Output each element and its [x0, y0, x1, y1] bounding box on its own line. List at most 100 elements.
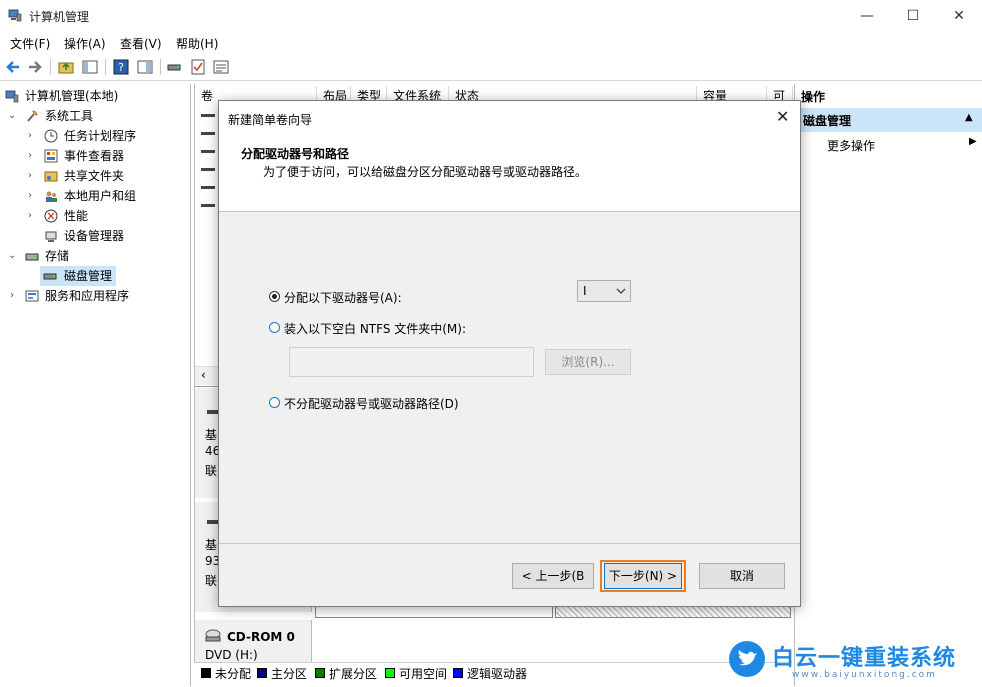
tree-item-device-manager[interactable]: 设备管理器	[0, 226, 190, 246]
maximize-button[interactable]: ☐	[890, 0, 936, 31]
tools-icon	[27, 110, 38, 122]
cancel-button[interactable]: 取消	[699, 563, 785, 589]
next-button[interactable]: 下一步(N) >	[604, 563, 682, 589]
radio-no-drive-letter[interactable]	[269, 397, 280, 408]
browse-button[interactable]: 浏览(R)...	[545, 349, 631, 375]
tree-label: 存储	[45, 249, 70, 263]
tree-label: 本地用户和组	[64, 189, 137, 203]
chevron-right-icon[interactable]: ›	[28, 166, 32, 186]
tree-item-storage[interactable]: ⌄ 存储	[0, 246, 190, 266]
legend-swatch-free	[385, 668, 395, 678]
disk-2-status: 联	[205, 574, 218, 588]
event-viewer-icon	[44, 149, 58, 163]
chevron-right-icon[interactable]: ›	[28, 206, 32, 226]
disk-1-status: 联	[205, 464, 218, 478]
chevron-down-icon[interactable]: ⌄	[8, 106, 16, 126]
watermark-brand: 白云一键重装系统	[772, 646, 957, 671]
tree-item-event-viewer[interactable]: › 事件查看器	[0, 146, 190, 166]
tree-item-local-users[interactable]: › 本地用户和组	[0, 186, 190, 206]
volume-row-icon	[201, 150, 215, 153]
close-icon: ✕	[953, 7, 965, 24]
settings-list-icon[interactable]	[212, 58, 230, 76]
minimize-button[interactable]: —	[844, 0, 890, 31]
users-icon	[46, 191, 57, 202]
forward-arrow-icon[interactable]	[26, 58, 44, 76]
up-folder-icon[interactable]	[57, 58, 75, 76]
close-icon: ✕	[776, 107, 790, 126]
more-actions-item[interactable]: 更多操作 ▶	[795, 134, 982, 154]
menu-help[interactable]: 帮助(H)	[176, 35, 218, 52]
chevron-left-icon: ‹	[201, 368, 206, 382]
volume-row-icon	[201, 204, 215, 207]
connect-disk-icon[interactable]	[166, 58, 184, 76]
wizard-description: 为了便于访问，可以给磁盘分区分配驱动器号或驱动器路径。	[263, 165, 588, 179]
radio-assign-drive-letter[interactable]	[269, 291, 280, 302]
tree-label: 计算机管理(本地)	[25, 89, 119, 103]
collapse-up-icon[interactable]: ▲	[965, 112, 973, 123]
cdrom-title: CD-ROM 0	[227, 630, 295, 644]
option-none-label[interactable]: 不分配驱动器号或驱动器路径(D)	[284, 395, 459, 412]
chevron-right-icon[interactable]: ›	[28, 186, 32, 206]
cdrom-drive: DVD (H:)	[205, 648, 258, 662]
option-mount-label[interactable]: 装入以下空白 NTFS 文件夹中(M):	[284, 320, 466, 337]
actions-section-disk-management[interactable]: 磁盘管理 ▲	[795, 108, 982, 132]
folder-path-input[interactable]	[289, 347, 534, 377]
tree-item-root[interactable]: 计算机管理(本地)	[0, 86, 190, 106]
tree-item-system-tools[interactable]: ⌄ 系统工具	[0, 106, 190, 126]
toolbar: ?	[0, 54, 982, 81]
volume-row-icon	[201, 114, 215, 117]
dialog-close-button[interactable]: ✕	[776, 107, 789, 126]
legend-swatch-primary	[257, 668, 267, 678]
checklist-icon[interactable]	[189, 58, 207, 76]
storage-icon	[25, 253, 39, 261]
tree-label: 设备管理器	[64, 229, 125, 243]
menu-action[interactable]: 操作(A)	[64, 35, 106, 52]
legend-swatch-unallocated	[201, 668, 211, 678]
tree-item-services-apps[interactable]: › 服务和应用程序	[0, 286, 190, 306]
back-button[interactable]: < 上一步(B	[512, 563, 594, 589]
tree-item-disk-management[interactable]: 磁盘管理	[40, 266, 116, 286]
legend-label-unallocated: 未分配	[215, 667, 252, 681]
wizard-header: 新建简单卷向导 ✕ 分配驱动器号和路径 为了便于访问，可以给磁盘分区分配驱动器号…	[219, 101, 800, 212]
dialog-title: 新建简单卷向导	[228, 113, 313, 127]
window-title: 计算机管理	[29, 10, 90, 24]
legend-label-primary: 主分区	[271, 667, 308, 681]
wizard-heading: 分配驱动器号和路径	[241, 147, 350, 161]
chevron-right-icon[interactable]: ›	[10, 286, 14, 306]
menu-view[interactable]: 查看(V)	[120, 35, 162, 52]
navigation-tree: 计算机管理(本地) ⌄ 系统工具 › 任务计划程序 › 事件查看器 › 共享文件…	[0, 84, 191, 686]
chevron-right-icon[interactable]: ›	[28, 126, 32, 146]
legend-label-extended: 扩展分区	[329, 667, 378, 681]
radio-mount-ntfs-folder[interactable]	[269, 322, 280, 333]
disk-1-type: 基	[205, 428, 218, 442]
scroll-left-button[interactable]: ‹	[195, 366, 219, 385]
tree-item-shared-folders[interactable]: › 共享文件夹	[0, 166, 190, 186]
menu-file[interactable]: 文件(F)	[10, 35, 50, 52]
volume-row-icon	[201, 168, 215, 171]
close-window-button[interactable]: ✕	[936, 0, 982, 31]
minimize-icon: —	[860, 7, 874, 24]
help-icon[interactable]: ?	[112, 58, 130, 76]
watermark: 白云一键重装系统 www.baiyunxitong.com	[722, 636, 980, 686]
maximize-icon: ☐	[906, 7, 920, 24]
tree-label: 事件查看器	[64, 149, 125, 163]
drive-letter-value: I	[583, 284, 587, 298]
tree-item-task-scheduler[interactable]: › 任务计划程序	[0, 126, 190, 146]
back-arrow-icon[interactable]	[4, 58, 22, 76]
actions-header: 操作	[801, 90, 826, 104]
chevron-down-icon[interactable]: ⌄	[8, 246, 16, 266]
chevron-right-icon[interactable]: ›	[28, 146, 32, 166]
legend-swatch-logical	[453, 668, 463, 678]
tree-item-performance[interactable]: › 性能	[0, 206, 190, 226]
device-manager-icon	[45, 231, 57, 242]
clock-icon	[44, 129, 58, 143]
show-hide-tree-icon[interactable]	[81, 58, 99, 76]
option-assign-label[interactable]: 分配以下驱动器号(A):	[284, 289, 402, 306]
properties-pane-icon[interactable]	[136, 58, 154, 76]
services-icon	[25, 290, 39, 302]
title-bar: 计算机管理 — ☐ ✕	[0, 0, 982, 31]
drive-letter-select[interactable]: I	[577, 280, 631, 302]
legend-label-free: 可用空间	[399, 667, 448, 681]
chevron-down-icon	[616, 288, 626, 294]
actions-section-label: 磁盘管理	[803, 114, 852, 128]
